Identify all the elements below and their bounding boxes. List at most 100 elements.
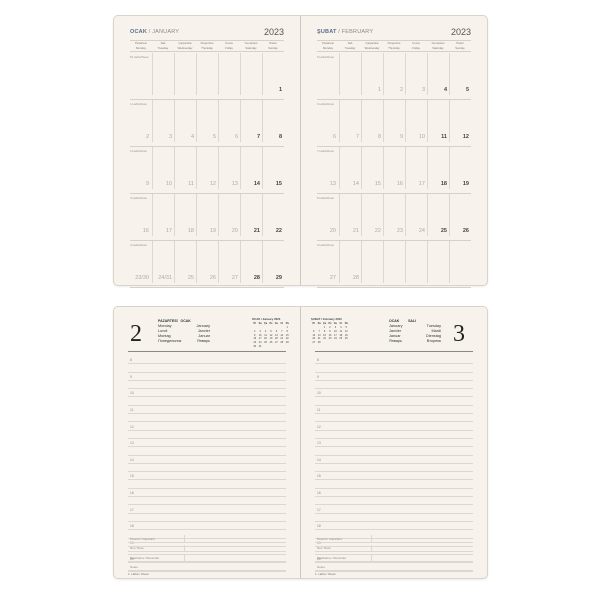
- day-cell[interactable]: 16: [130, 194, 152, 236]
- hour-line[interactable]: 14: [315, 456, 473, 464]
- day-cell[interactable]: 13: [317, 147, 339, 189]
- day-cell[interactable]: 7: [339, 100, 362, 142]
- day-cell[interactable]: [218, 53, 241, 95]
- day-cell[interactable]: 20: [218, 194, 241, 236]
- day-cell[interactable]: 29: [262, 241, 285, 283]
- day-cell[interactable]: 25: [427, 194, 450, 236]
- hour-line[interactable]: 15: [315, 472, 473, 481]
- footer-line[interactable]: Hatırlatma / Reminder: [315, 552, 473, 562]
- day-cell[interactable]: 17: [152, 194, 175, 236]
- hour-line[interactable]: 17: [128, 505, 286, 514]
- day-cell[interactable]: 9: [130, 147, 152, 189]
- day-cell[interactable]: 13: [218, 147, 241, 189]
- footer-line[interactable]: Not / Note: [315, 543, 473, 552]
- day-cell[interactable]: 4: [174, 100, 197, 142]
- day-cell[interactable]: [449, 241, 472, 283]
- day-cell[interactable]: 9: [383, 100, 406, 142]
- day-cell[interactable]: 3: [405, 53, 428, 95]
- footer-line[interactable]: Önemli / Important: [128, 533, 286, 543]
- hour-line[interactable]: [315, 480, 473, 489]
- hour-line[interactable]: [315, 381, 473, 390]
- day-cell[interactable]: 25: [174, 241, 197, 283]
- day-cell[interactable]: 11: [427, 100, 450, 142]
- hour-line[interactable]: [315, 431, 473, 439]
- hour-line[interactable]: 18: [315, 522, 473, 531]
- hour-line[interactable]: 16: [128, 489, 286, 498]
- day-cell[interactable]: 14: [240, 147, 263, 189]
- day-cell[interactable]: 1: [262, 53, 285, 95]
- day-cell[interactable]: 22: [262, 194, 285, 236]
- day-cell[interactable]: 17: [405, 147, 428, 189]
- day-cell[interactable]: [317, 53, 339, 95]
- day-cell[interactable]: 23/30: [130, 241, 152, 283]
- footer-line[interactable]: Hatırlatma / Reminder: [128, 552, 286, 562]
- day-cell[interactable]: [174, 53, 197, 95]
- day-cell[interactable]: [196, 53, 219, 95]
- day-cell[interactable]: 22: [361, 194, 384, 236]
- hour-line[interactable]: 12: [315, 422, 473, 431]
- hour-line[interactable]: 10: [128, 389, 286, 398]
- day-cell[interactable]: [152, 53, 175, 95]
- hour-line[interactable]: 11: [315, 406, 473, 415]
- day-cell[interactable]: 27: [218, 241, 241, 283]
- footer-line[interactable]: Önemli / Important: [315, 533, 473, 543]
- hour-line[interactable]: 15: [128, 472, 286, 481]
- hour-line[interactable]: 16: [315, 489, 473, 498]
- hour-line[interactable]: [315, 464, 473, 473]
- day-cell[interactable]: 24: [405, 194, 428, 236]
- hour-line[interactable]: [128, 364, 286, 373]
- day-cell[interactable]: 19: [449, 147, 472, 189]
- day-cell[interactable]: 10: [152, 147, 175, 189]
- hour-line[interactable]: [315, 397, 473, 406]
- day-cell[interactable]: 10: [405, 100, 428, 142]
- day-cell[interactable]: 5: [449, 53, 472, 95]
- hour-line[interactable]: 11: [128, 406, 286, 415]
- hour-line[interactable]: 13: [128, 439, 286, 448]
- day-cell[interactable]: 15: [361, 147, 384, 189]
- day-cell[interactable]: 21: [240, 194, 263, 236]
- hour-line[interactable]: [128, 497, 286, 506]
- day-cell[interactable]: [427, 241, 450, 283]
- hour-line[interactable]: [128, 464, 286, 473]
- hour-line[interactable]: 14: [128, 456, 286, 464]
- day-cell[interactable]: 5: [196, 100, 219, 142]
- hour-line[interactable]: [128, 381, 286, 390]
- hour-line[interactable]: [315, 364, 473, 373]
- hour-line[interactable]: 17: [315, 505, 473, 514]
- day-cell[interactable]: 20: [317, 194, 339, 236]
- hour-line[interactable]: [128, 514, 286, 522]
- day-cell[interactable]: 6: [218, 100, 241, 142]
- day-cell[interactable]: 28: [240, 241, 263, 283]
- day-cell[interactable]: 18: [174, 194, 197, 236]
- day-cell[interactable]: 28: [339, 241, 362, 283]
- footer-line[interactable]: Notes: [128, 562, 286, 571]
- day-cell[interactable]: [405, 241, 428, 283]
- day-cell[interactable]: [130, 53, 152, 95]
- day-cell[interactable]: 26: [449, 194, 472, 236]
- hour-line[interactable]: [128, 480, 286, 489]
- day-cell[interactable]: [339, 53, 362, 95]
- day-cell[interactable]: 27: [317, 241, 339, 283]
- hour-line[interactable]: [315, 447, 473, 456]
- hour-line[interactable]: 12: [128, 422, 286, 431]
- footer-line[interactable]: Not / Note: [128, 543, 286, 552]
- day-cell[interactable]: 21: [339, 194, 362, 236]
- day-cell[interactable]: 14: [339, 147, 362, 189]
- day-cell[interactable]: 2: [383, 53, 406, 95]
- day-cell[interactable]: [361, 241, 384, 283]
- hour-line[interactable]: [315, 514, 473, 522]
- hour-line[interactable]: 10: [315, 389, 473, 398]
- hour-line[interactable]: [128, 414, 286, 423]
- day-cell[interactable]: 2: [130, 100, 152, 142]
- hour-line[interactable]: [315, 497, 473, 506]
- day-cell[interactable]: 26: [196, 241, 219, 283]
- day-cell[interactable]: 11: [174, 147, 197, 189]
- day-cell[interactable]: [240, 53, 263, 95]
- day-cell[interactable]: 24/31: [152, 241, 175, 283]
- hour-line[interactable]: [315, 414, 473, 423]
- hour-line[interactable]: [128, 431, 286, 439]
- day-cell[interactable]: 8: [361, 100, 384, 142]
- hour-line[interactable]: 13: [315, 439, 473, 448]
- hour-line[interactable]: 9: [315, 373, 473, 381]
- day-cell[interactable]: 12: [449, 100, 472, 142]
